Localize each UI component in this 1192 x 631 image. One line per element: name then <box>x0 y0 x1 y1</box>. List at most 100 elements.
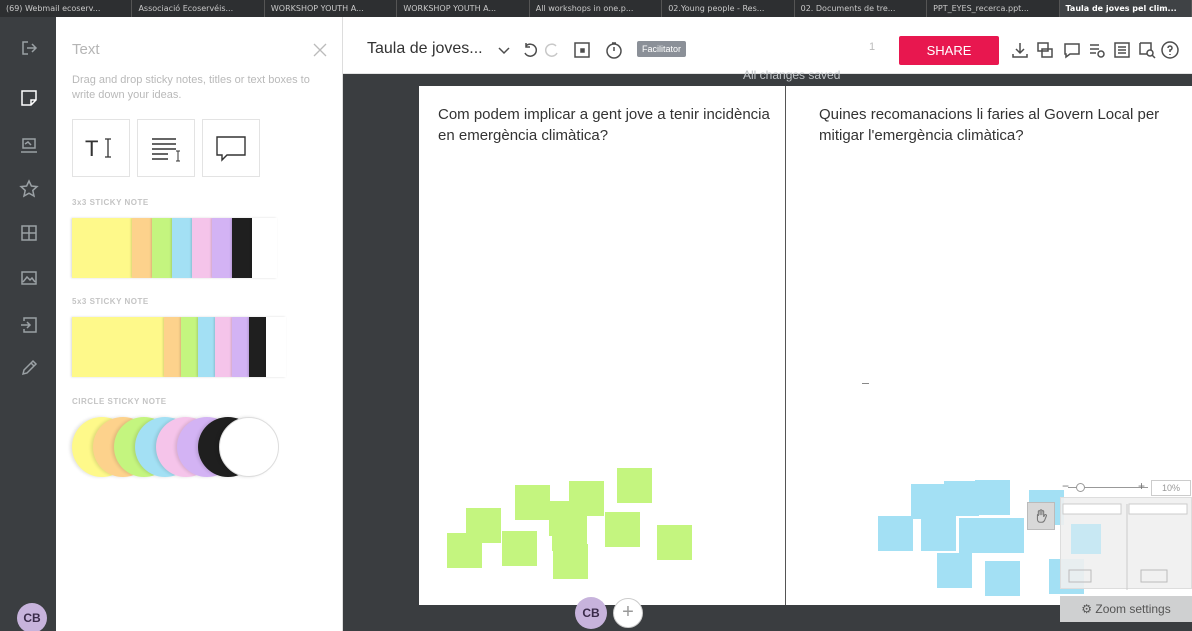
sticky-note[interactable] <box>944 481 979 516</box>
sticky-circle-swatch[interactable] <box>219 417 279 477</box>
board-dash <box>862 383 869 384</box>
sticky-note[interactable] <box>878 516 913 551</box>
sticky-note[interactable] <box>975 480 1010 515</box>
panel-description: Drag and drop sticky notes, titles or te… <box>72 74 310 101</box>
sticky-swatch[interactable] <box>172 218 192 278</box>
history-icon[interactable] <box>1086 39 1108 61</box>
sticky-swatch[interactable] <box>198 317 215 377</box>
text-cursor-icon: T <box>85 136 111 161</box>
sticky-3x3-stack[interactable] <box>72 218 282 278</box>
panel-title: Text <box>72 41 100 58</box>
sticky-swatch[interactable] <box>72 218 132 278</box>
board-title[interactable]: Taula de joves... <box>367 40 483 58</box>
section-label-5x3: 5x3 STICKY NOTE <box>72 297 149 306</box>
browser-tab[interactable]: 02. Documents de tre... <box>795 0 928 17</box>
sticky-swatch[interactable] <box>192 218 212 278</box>
sticky-note[interactable] <box>502 531 537 566</box>
top-toolbar: Taula de joves... Facilitator 1 SHARE <box>343 17 1192 74</box>
question-left[interactable]: Com podem implicar a gent jove a tenir i… <box>438 104 773 146</box>
online-users-count: 1 <box>869 41 876 53</box>
zoom-settings-label: Zoom settings <box>1095 602 1171 616</box>
sticky-note[interactable] <box>569 481 604 516</box>
timer-icon[interactable] <box>603 39 625 61</box>
browser-tab[interactable]: Associació Ecoservéis... <box>132 0 265 17</box>
sticky-note[interactable] <box>553 544 588 579</box>
add-collaborator-button[interactable]: + <box>613 598 643 628</box>
sticky-swatch[interactable] <box>72 317 164 377</box>
sticky-circle-stack[interactable] <box>72 417 287 477</box>
tool-rail: CB <box>0 17 56 631</box>
hand-tool-icon[interactable] <box>1027 502 1055 530</box>
frame-icon[interactable] <box>571 39 593 61</box>
share-button[interactable]: SHARE <box>899 36 999 65</box>
sticky-swatch[interactable] <box>232 218 252 278</box>
sticky-note[interactable] <box>657 525 692 560</box>
browser-tab[interactable]: All workshops in one.p... <box>530 0 663 17</box>
comment-icon[interactable] <box>1061 39 1083 61</box>
help-icon[interactable] <box>1159 39 1181 61</box>
image-icon[interactable] <box>18 267 40 289</box>
browser-tab[interactable]: PPT_EYES_recerca.ppt... <box>927 0 1060 17</box>
section-label-3x3: 3x3 STICKY NOTE <box>72 198 149 207</box>
sticky-swatch[interactable] <box>252 218 277 278</box>
redo-icon[interactable] <box>541 39 563 61</box>
list-icon[interactable] <box>1111 39 1133 61</box>
template-icon[interactable] <box>18 135 40 157</box>
zoom-out-button[interactable]: − <box>1062 479 1069 493</box>
exit-icon[interactable] <box>18 37 40 59</box>
search-icon[interactable] <box>1136 39 1158 61</box>
pencil-icon[interactable] <box>18 357 40 379</box>
sticky-note[interactable] <box>937 553 972 588</box>
sticky-swatch[interactable] <box>164 317 181 377</box>
text-tool-button[interactable]: T <box>72 119 130 177</box>
sticky-swatch[interactable] <box>212 218 232 278</box>
zoom-in-button[interactable]: + <box>1138 479 1145 493</box>
undo-icon[interactable] <box>519 39 541 61</box>
zoom-settings-button[interactable]: ⚙ Zoom settings <box>1060 596 1192 622</box>
browser-tab[interactable]: WORKSHOP YOUTH A... <box>397 0 530 17</box>
import-icon[interactable] <box>18 314 40 336</box>
sticky-swatch[interactable] <box>181 317 198 377</box>
sticky-swatch[interactable] <box>215 317 232 377</box>
download-icon[interactable] <box>1009 39 1031 61</box>
grid-icon[interactable] <box>18 222 40 244</box>
sticky-swatch[interactable] <box>249 317 266 377</box>
sticky-note[interactable] <box>617 468 652 503</box>
facilitator-badge[interactable]: Facilitator <box>637 41 687 57</box>
star-icon[interactable] <box>18 178 40 200</box>
browser-tab-active[interactable]: Taula de joves pel clim... <box>1059 0 1192 17</box>
zoom-slider-handle[interactable] <box>1076 483 1085 492</box>
minimap-preview <box>1062 503 1188 590</box>
cards-icon[interactable] <box>1034 39 1056 61</box>
board-divider <box>785 86 786 605</box>
sticky-note[interactable] <box>921 516 956 551</box>
collaborator-avatar[interactable]: CB <box>575 597 607 629</box>
browser-tab[interactable]: WORKSHOP YOUTH A... <box>265 0 398 17</box>
sticky-note[interactable] <box>515 485 550 520</box>
sticky-swatch[interactable] <box>232 317 249 377</box>
sticky-note[interactable] <box>989 518 1024 553</box>
sticky-note[interactable] <box>985 561 1020 596</box>
browser-tab-strip: (69) Webmail ecoserv... Associació Ecose… <box>0 0 1192 17</box>
sticky-swatch[interactable] <box>266 317 286 377</box>
comment-tool-button[interactable] <box>202 119 260 177</box>
sticky-swatch[interactable] <box>132 218 152 278</box>
paragraph-tool-button[interactable] <box>137 119 195 177</box>
avatar[interactable]: CB <box>17 603 47 631</box>
section-label-circle: CIRCLE STICKY NOTE <box>72 397 167 406</box>
chevron-down-icon[interactable] <box>493 39 515 61</box>
saved-status: All changes saved <box>743 68 841 82</box>
speech-bubble-icon <box>216 136 246 162</box>
close-icon[interactable] <box>311 41 329 59</box>
browser-tab[interactable]: 02.Young people - Res... <box>662 0 795 17</box>
browser-tab[interactable]: (69) Webmail ecoserv... <box>0 0 133 17</box>
sticky-note[interactable] <box>911 484 946 519</box>
question-right[interactable]: Quines recomanacions li faries al Govern… <box>819 104 1169 146</box>
sticky-note[interactable] <box>605 512 640 547</box>
sticky-swatch[interactable] <box>152 218 172 278</box>
minimap[interactable] <box>1060 497 1192 590</box>
sticky-note-icon[interactable] <box>18 87 40 109</box>
gear-icon: ⚙ <box>1081 602 1096 616</box>
sticky-5x3-stack[interactable] <box>72 317 292 377</box>
sticky-note[interactable] <box>447 533 482 568</box>
